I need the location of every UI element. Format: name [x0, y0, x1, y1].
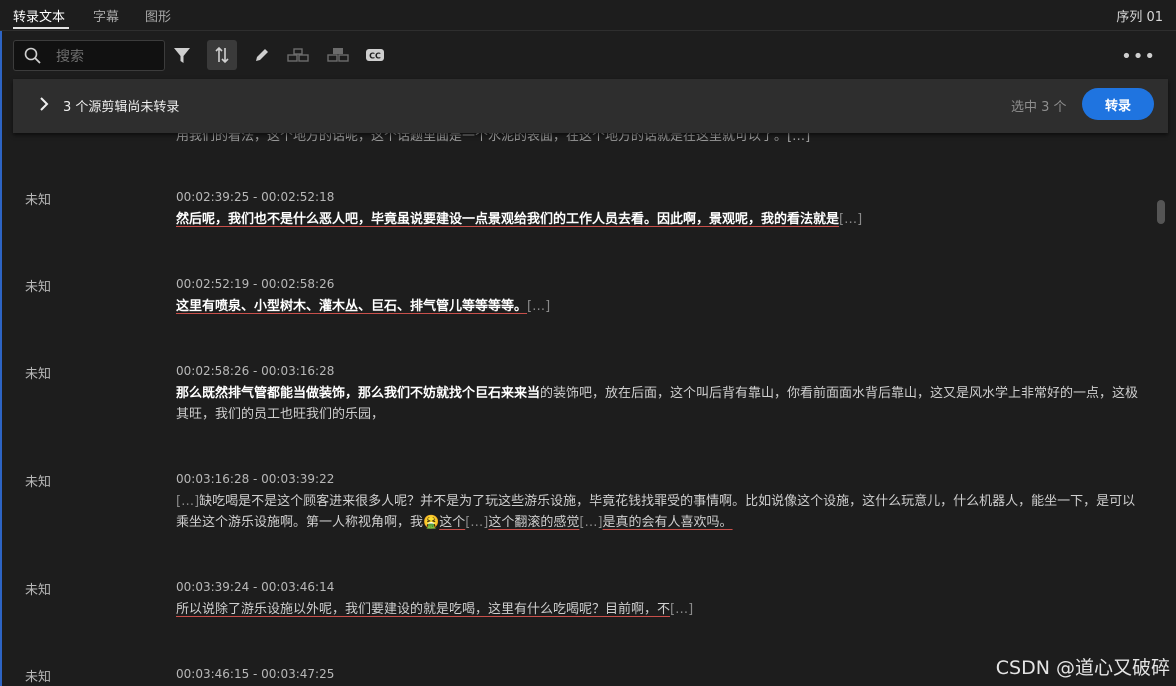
transcript-segment[interactable]: 这个	[439, 515, 465, 530]
transcript-segment[interactable]: 那么既然排气管都能当做装饰，那么我们不妨就找个巨石来来当	[176, 386, 540, 401]
transcript-segment[interactable]: 这里有喷泉、小型树木、灌木丛、巨石、排气管儿等等等等。	[176, 299, 527, 314]
transcript-segment[interactable]: 所以说除了游乐设施以外呢，我们要建设的就是吃喝，这里有什么吃喝呢？目前啊，不	[176, 602, 670, 617]
selected-count: 选中 3 个	[1011, 100, 1067, 115]
transcript-text[interactable]: […]缺吃喝是不是这个顾客进来很多人呢？并不是为了玩这些游乐设施，毕竟花钱找罪受…	[176, 491, 1146, 533]
speaker-label[interactable]: 未知	[25, 579, 51, 598]
search-icon	[24, 47, 41, 64]
transcript-text[interactable]: 这里有喷泉、小型树木、灌木丛、巨石、排气管儿等等等等。[…]	[176, 296, 1146, 317]
timecode: 00:02:39:25 - 00:02:52:18	[176, 190, 335, 204]
filter-icon[interactable]	[167, 40, 197, 70]
edit-pencil-icon[interactable]	[247, 40, 277, 70]
partial-transcript-line: 用我们的看法，这个地方的话呢，这个话题里面是一个水泥的表面，在这个地方的话就是在…	[176, 133, 811, 144]
svg-text:CC: CC	[369, 52, 381, 61]
ellipsis-marker[interactable]: […]	[527, 299, 550, 314]
speaker-label[interactable]: 未知	[25, 471, 51, 490]
tab-graphics[interactable]: 图形	[145, 6, 171, 25]
ellipsis-marker[interactable]: […]	[176, 494, 199, 509]
search-placeholder: 搜索	[56, 49, 84, 65]
tab-transcript[interactable]: 转录文本	[13, 6, 65, 25]
tab-captions[interactable]: 字幕	[93, 6, 119, 25]
transcript-segment[interactable]: 🤮	[423, 515, 439, 530]
watermark: CSDN @道心又破碎	[995, 657, 1170, 679]
transcript-text[interactable]: 然后呢，我们也不是什么恶人吧，毕竟虽说要建设一点景观给我们的工作人员去看。因此啊…	[176, 209, 1146, 230]
transcribe-button[interactable]: 转录	[1082, 88, 1154, 120]
timecode: 00:03:16:28 - 00:03:39:22	[176, 472, 335, 486]
timecode: 00:03:39:24 - 00:03:46:14	[176, 580, 335, 594]
tab-bar: 转录文本 字幕 图形 序列 01	[0, 0, 1176, 31]
transcript-segment[interactable]: 这个翻滚的感觉	[488, 515, 579, 530]
transcript-text[interactable]: 所以说除了游乐设施以外呢，我们要建设的就是吃喝，这里有什么吃喝呢？目前啊，不[……	[176, 599, 1146, 620]
active-tab-indicator	[13, 27, 69, 29]
speaker-label[interactable]: 未知	[25, 363, 51, 382]
vertical-scrollbar-thumb[interactable]	[1157, 200, 1165, 224]
chevron-right-icon[interactable]	[37, 96, 51, 112]
split-segment-icon[interactable]	[283, 40, 313, 70]
timecode: 00:02:58:26 - 00:03:16:28	[176, 364, 335, 378]
sequence-label: 序列 01	[1116, 10, 1163, 25]
toolbar: 搜索 CC •••	[0, 31, 1176, 79]
ellipsis-marker[interactable]: […]	[579, 515, 602, 530]
search-input[interactable]: 搜索	[13, 40, 165, 71]
transcript-segment[interactable]: 是真的会有人喜欢吗。	[603, 515, 733, 530]
ellipsis-marker[interactable]: […]	[465, 515, 488, 530]
ellipsis-marker[interactable]: […]	[839, 212, 862, 227]
sync-scroll-icon[interactable]	[207, 40, 237, 70]
untranscribed-banner: 3 个源剪辑尚未转录 选中 3 个 转录	[13, 79, 1168, 133]
transcript-text[interactable]: 那么既然排气管都能当做装饰，那么我们不妨就找个巨石来来当的装饰吧，放在后面，这个…	[176, 383, 1146, 425]
transcript-list: 用我们的看法，这个地方的话呢，这个话题里面是一个水泥的表面，在这个地方的话就是在…	[0, 133, 1176, 686]
merge-segments-icon[interactable]	[323, 40, 353, 70]
banner-message: 3 个源剪辑尚未转录	[63, 100, 180, 115]
speaker-label[interactable]: 未知	[25, 189, 51, 208]
create-captions-icon[interactable]: CC	[360, 40, 390, 70]
speaker-label[interactable]: 未知	[25, 276, 51, 295]
transcript-segment[interactable]: 然后呢，我们也不是什么恶人吧，毕竟虽说要建设一点景观给我们的工作人员去看。因此啊…	[176, 212, 839, 227]
timecode: 00:03:46:15 - 00:03:47:25	[176, 667, 335, 681]
ellipsis-marker[interactable]: […]	[670, 602, 693, 617]
timecode: 00:02:52:19 - 00:02:58:26	[176, 277, 335, 291]
more-options-icon[interactable]: •••	[1121, 46, 1156, 67]
speaker-label[interactable]: 未知	[25, 666, 51, 685]
